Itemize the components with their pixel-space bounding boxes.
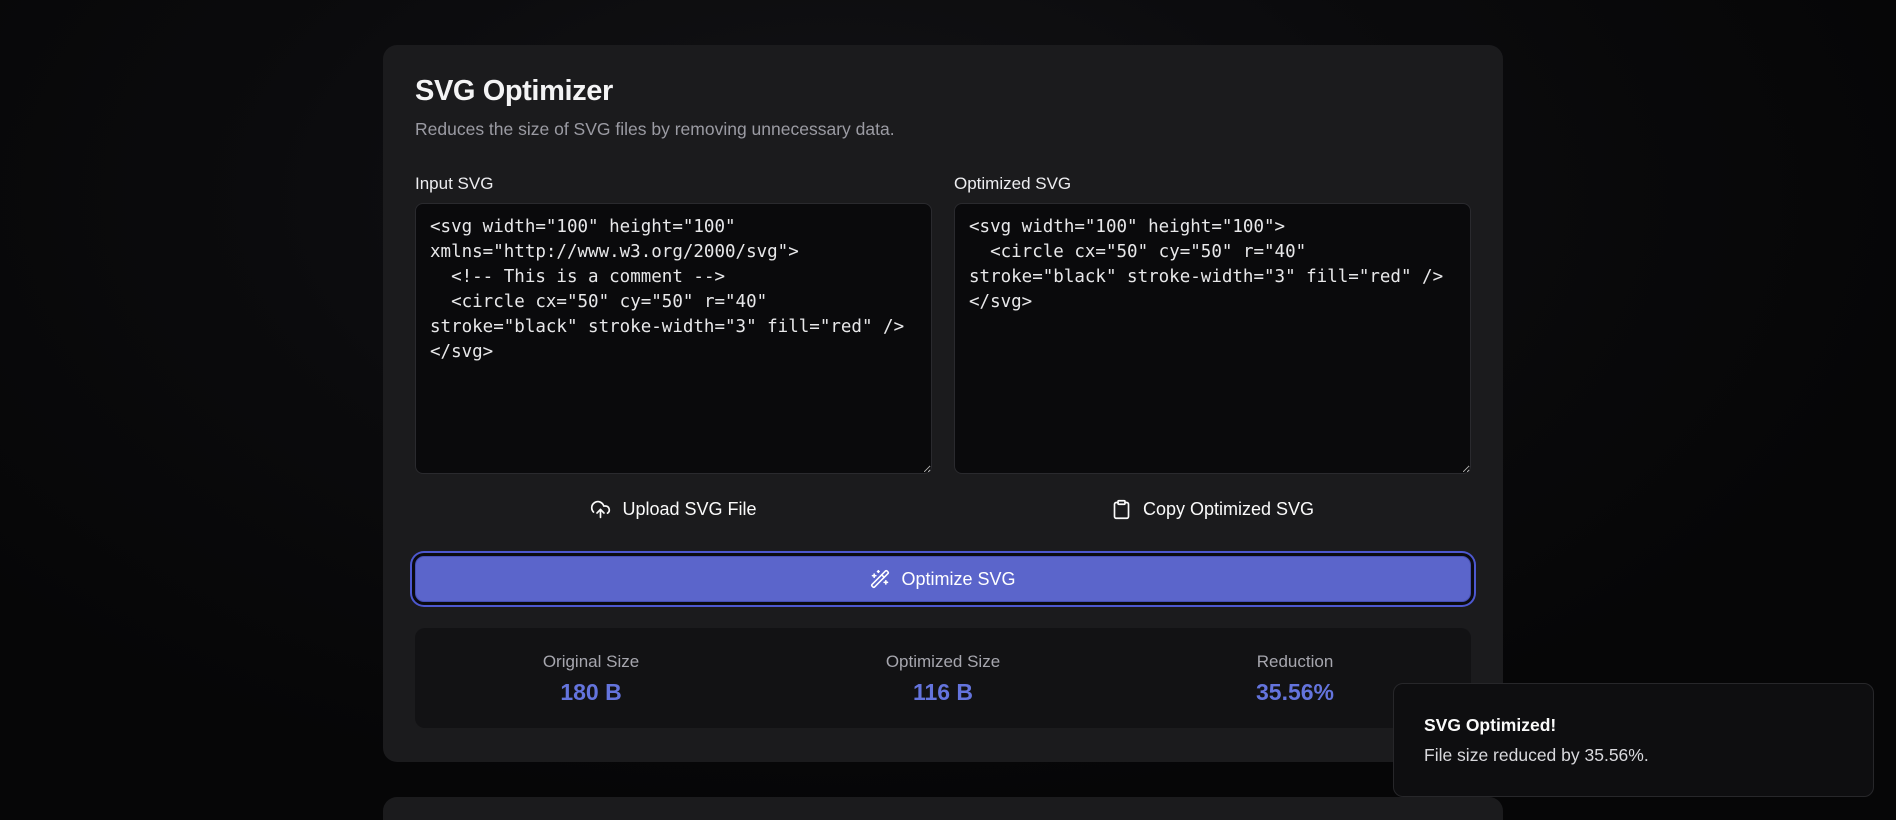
page-title: SVG Optimizer xyxy=(415,75,613,107)
app-viewport: SVG Optimizer Reduces the size of SVG fi… xyxy=(0,0,1896,820)
upload-row: Upload SVG File xyxy=(415,492,932,526)
optimized-svg-textarea[interactable] xyxy=(954,203,1471,474)
input-svg-textarea[interactable] xyxy=(415,203,932,474)
editor-columns: Input SVG Upload SVG File xyxy=(415,174,1471,526)
stat-optimized-size: Optimized Size 116 B xyxy=(767,652,1119,705)
stat-original-size: Original Size 180 B xyxy=(415,652,767,705)
svg-optimizer-card: SVG Optimizer Reduces the size of SVG fi… xyxy=(383,45,1503,762)
optimized-svg-label: Optimized SVG xyxy=(954,174,1072,193)
upload-svg-button-label: Upload SVG File xyxy=(622,499,757,519)
optimized-svg-column: Optimized SVG Copy Optimized SVG xyxy=(954,174,1471,526)
optimize-svg-button-label: Optimize SVG xyxy=(901,568,1016,589)
wand-sparkles-icon xyxy=(870,569,890,589)
stat-optimized-size-value: 116 B xyxy=(912,678,974,705)
clipboard-icon xyxy=(1111,499,1132,520)
toast-notification[interactable]: SVG Optimized! File size reduced by 35.5… xyxy=(1393,683,1874,797)
copy-optimized-svg-button-label: Copy Optimized SVG xyxy=(1142,499,1315,519)
stat-original-size-label: Original Size xyxy=(542,651,640,671)
copy-optimized-svg-button[interactable]: Copy Optimized SVG xyxy=(1101,492,1324,526)
stat-optimized-size-label: Optimized Size xyxy=(885,651,1001,671)
stat-original-size-value: 180 B xyxy=(560,678,622,705)
input-svg-label: Input SVG xyxy=(415,174,494,193)
upload-svg-button[interactable]: Upload SVG File xyxy=(580,492,766,526)
toast-title: SVG Optimized! xyxy=(1424,715,1557,735)
copy-row: Copy Optimized SVG xyxy=(954,492,1471,526)
stat-reduction-label: Reduction xyxy=(1256,651,1334,671)
toast-message: File size reduced by 35.56%. xyxy=(1424,745,1649,765)
cloud-upload-icon xyxy=(590,499,611,520)
page-subtitle: Reduces the size of SVG files by removin… xyxy=(415,119,895,139)
next-tool-card-partial xyxy=(383,797,1503,820)
input-svg-column: Input SVG Upload SVG File xyxy=(415,174,932,526)
stats-panel: Original Size 180 B Optimized Size 116 B… xyxy=(415,628,1471,728)
optimize-svg-button[interactable]: Optimize SVG xyxy=(415,556,1471,602)
